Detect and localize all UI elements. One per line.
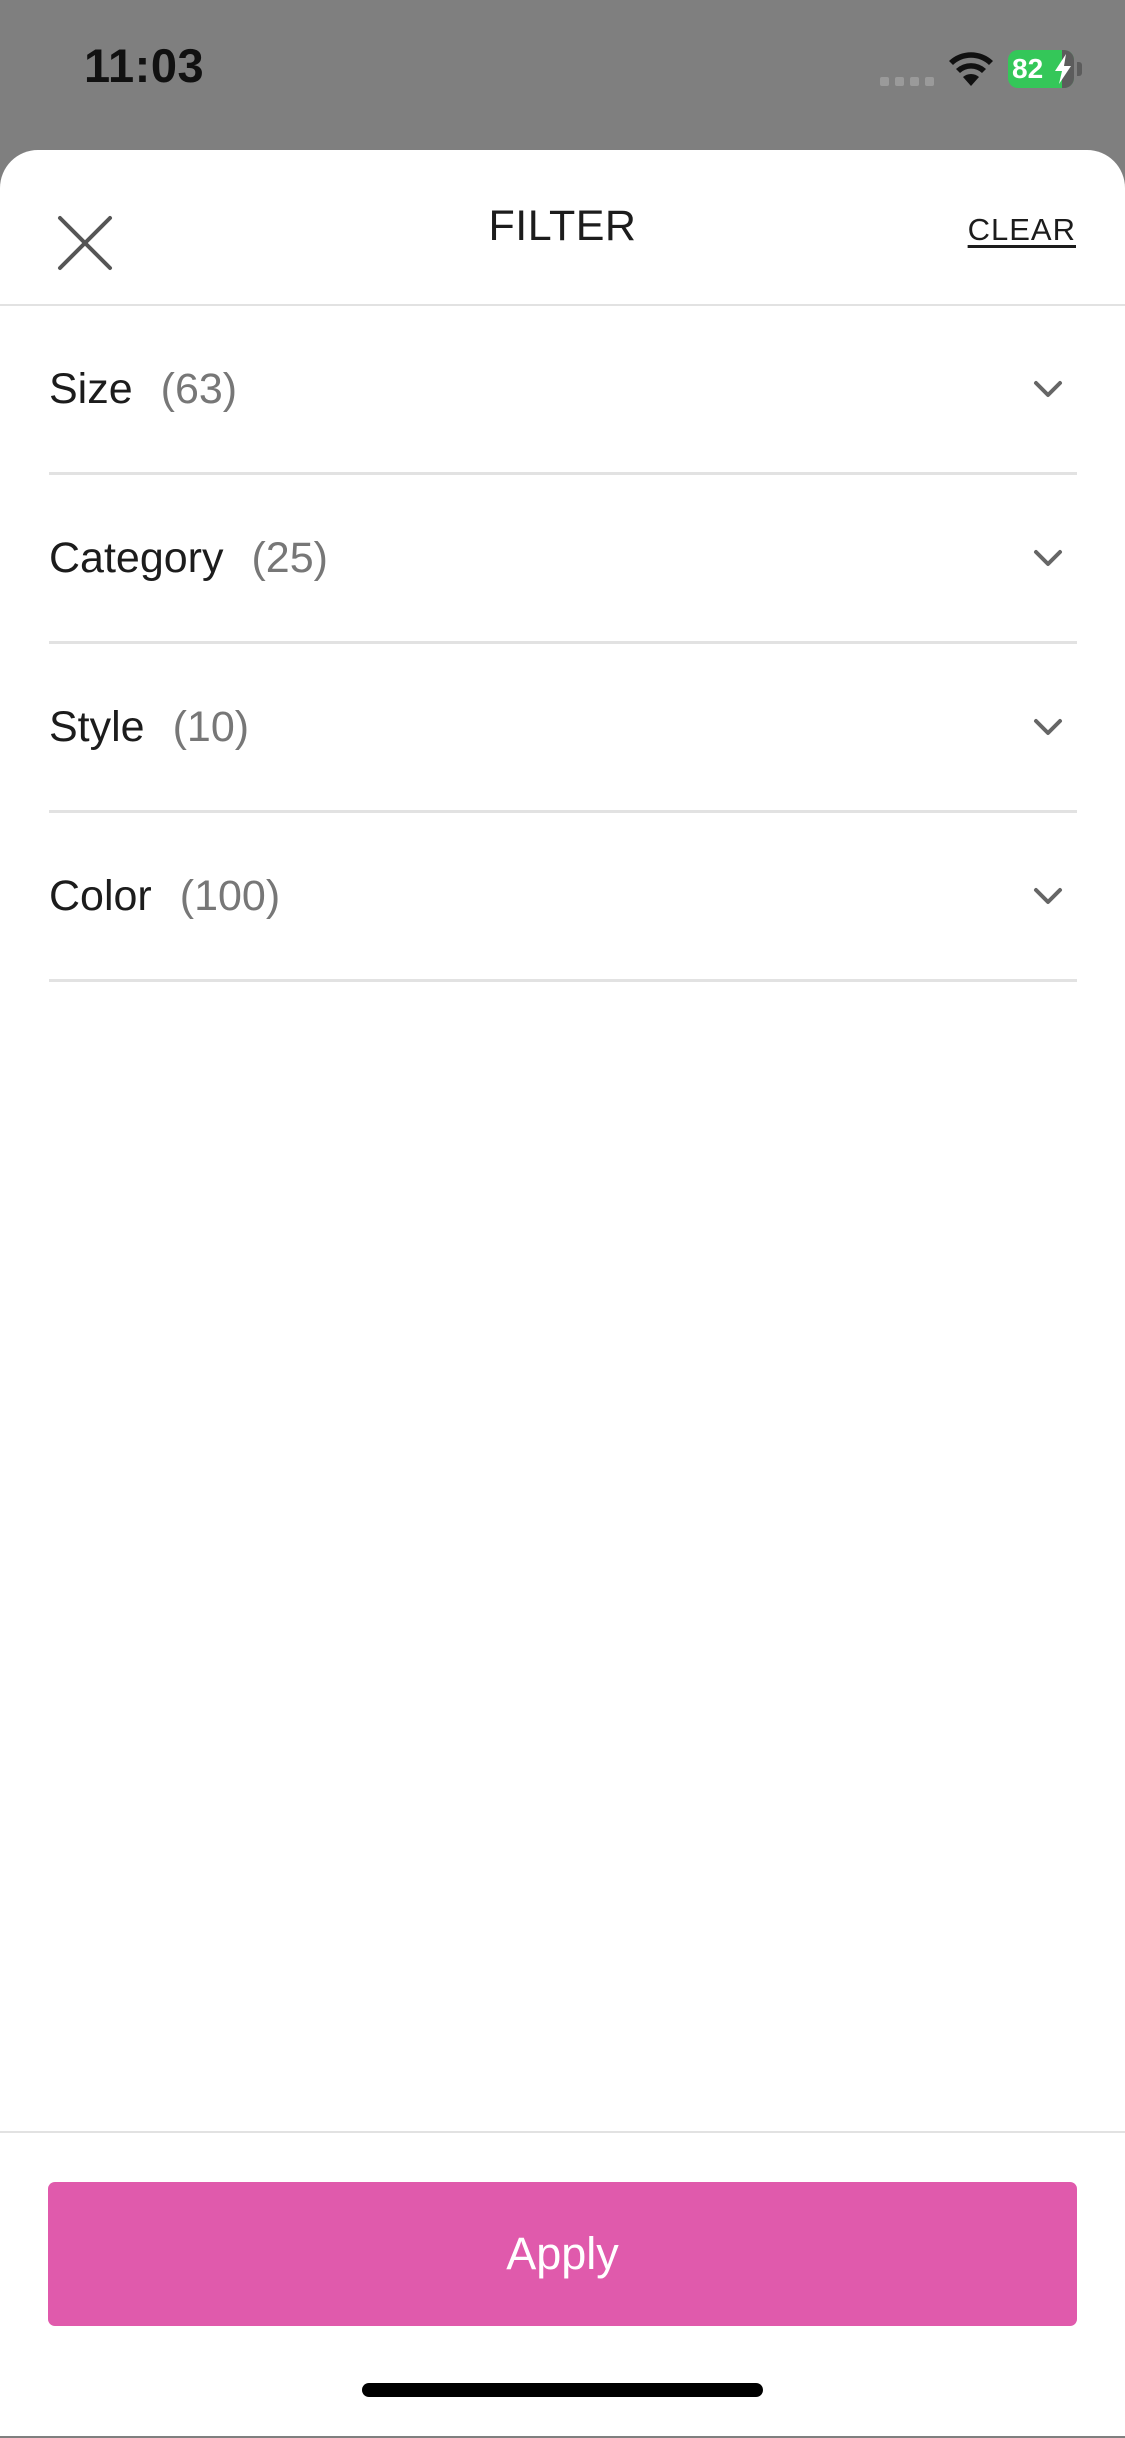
clear-button[interactable]: CLEAR bbox=[968, 212, 1076, 248]
battery-cap bbox=[1077, 62, 1082, 76]
status-bar: 11:03 82 bbox=[0, 0, 1125, 150]
home-indicator bbox=[362, 2383, 763, 2397]
filter-sheet: FILTER CLEAR Size (63) Category (25) Sty… bbox=[0, 150, 1125, 2436]
filter-label-group: Style (10) bbox=[49, 644, 249, 810]
filter-row-category[interactable]: Category (25) bbox=[49, 475, 1077, 644]
filter-name: Size bbox=[49, 364, 133, 413]
filter-count: (63) bbox=[160, 364, 238, 413]
sheet-header: FILTER CLEAR bbox=[0, 150, 1125, 306]
filter-count: (10) bbox=[172, 702, 250, 751]
wifi-icon bbox=[949, 52, 993, 86]
battery-icon: 82 bbox=[1008, 50, 1086, 88]
filter-name: Color bbox=[49, 871, 152, 920]
filter-row-size[interactable]: Size (63) bbox=[49, 306, 1077, 475]
charging-bolt-icon bbox=[1055, 54, 1071, 84]
apply-button[interactable]: Apply bbox=[48, 2182, 1077, 2326]
page-title: FILTER bbox=[488, 202, 637, 250]
status-time: 11:03 bbox=[84, 39, 205, 92]
filter-count: (25) bbox=[251, 533, 328, 582]
chevron-down-icon bbox=[1034, 550, 1062, 566]
filter-label-group: Size (63) bbox=[49, 306, 237, 472]
sheet-footer: Apply bbox=[0, 2131, 1125, 2438]
chevron-down-icon bbox=[1034, 719, 1062, 735]
filter-name: Style bbox=[49, 702, 145, 751]
cell-signal-icon bbox=[880, 77, 934, 86]
filter-row-style[interactable]: Style (10) bbox=[49, 644, 1077, 813]
filter-count: (100) bbox=[179, 871, 281, 920]
filter-list: Size (63) Category (25) Style (10) Color… bbox=[49, 306, 1077, 982]
chevron-down-icon bbox=[1034, 888, 1062, 904]
filter-label-group: Color (100) bbox=[49, 813, 280, 979]
chevron-down-icon bbox=[1034, 381, 1062, 397]
filter-name: Category bbox=[49, 533, 224, 582]
filter-label-group: Category (25) bbox=[49, 475, 328, 641]
battery-level: 82 bbox=[1012, 53, 1044, 84]
filter-row-color[interactable]: Color (100) bbox=[49, 813, 1077, 982]
